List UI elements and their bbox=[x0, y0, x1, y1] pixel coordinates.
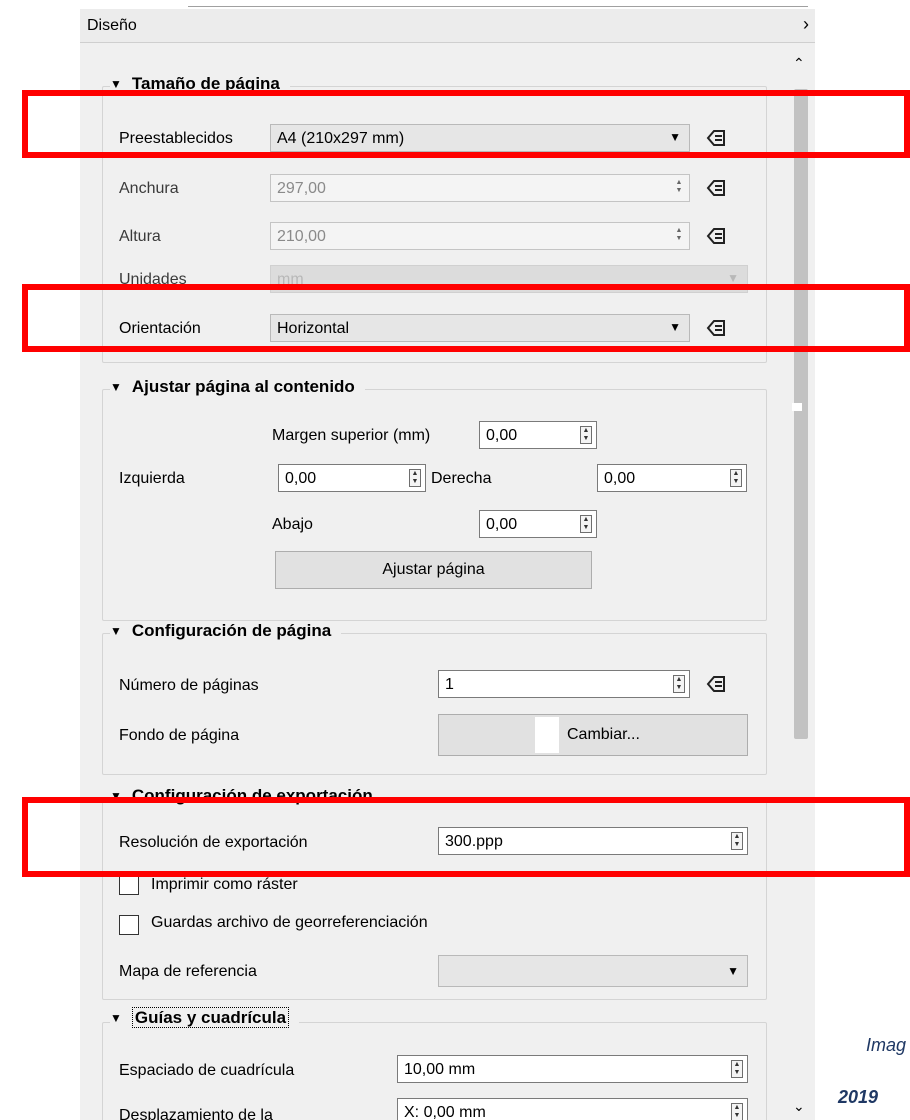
left-margin-label: Izquierda bbox=[119, 470, 185, 487]
bottom-margin-value: 0,00 bbox=[486, 516, 518, 533]
scroll-position-marker bbox=[792, 403, 802, 411]
spin-arrows-icon[interactable]: ▲ ▼ bbox=[580, 515, 592, 533]
grid-spacing-value: 10,00 mm bbox=[404, 1061, 476, 1078]
page-config-header[interactable]: ▼ Configuración de página bbox=[110, 621, 342, 641]
bottom-margin-label: Abajo bbox=[272, 516, 313, 533]
save-georef-label: Guardas archivo de georreferenciación bbox=[151, 914, 428, 931]
spin-arrows-icon[interactable]: ▲ ▼ bbox=[409, 469, 421, 487]
num-pages-value: 1 bbox=[445, 676, 454, 693]
print-raster-checkbox[interactable] bbox=[119, 875, 139, 895]
reference-map-select[interactable]: ▼ bbox=[438, 955, 748, 987]
height-label: Altura bbox=[119, 228, 161, 245]
grid-offset-value: X: 0,00 mm bbox=[404, 1104, 486, 1120]
chevron-down-icon: ▼ bbox=[727, 964, 739, 978]
grid-offset-label: Desplazamiento de la bbox=[119, 1107, 273, 1120]
width-spinbox[interactable]: 297,00 ▲ ▼ bbox=[270, 174, 690, 202]
spin-arrows-icon[interactable]: ▲ ▼ bbox=[673, 179, 685, 197]
right-margin-spinbox[interactable]: 0,00 ▲ ▼ bbox=[597, 464, 747, 492]
fit-page-title: Ajustar página al contenido bbox=[131, 377, 355, 396]
grid-spacing-label: Espaciado de cuadrícula bbox=[119, 1062, 295, 1079]
scroll-down-icon[interactable]: ⌄ bbox=[793, 1098, 805, 1115]
save-georef-checkbox[interactable] bbox=[119, 915, 139, 935]
vertical-scrollbar[interactable]: ⌃ ⌄ bbox=[788, 43, 815, 1120]
panel-titlebar: Diseño › bbox=[80, 9, 815, 43]
fit-page-button[interactable]: Ajustar página bbox=[275, 551, 592, 589]
reference-map-label: Mapa de referencia bbox=[119, 963, 257, 980]
panel-title: Diseño bbox=[87, 17, 137, 34]
num-pages-label: Número de páginas bbox=[119, 677, 259, 694]
width-value: 297,00 bbox=[277, 180, 326, 197]
collapse-triangle-icon: ▼ bbox=[110, 77, 122, 91]
guides-header[interactable]: ▼ Guías y cuadrícula bbox=[110, 1007, 300, 1028]
highlight-box-export bbox=[22, 797, 910, 877]
highlight-box-preset bbox=[22, 90, 910, 158]
bottom-margin-spinbox[interactable]: 0,00 ▲ ▼ bbox=[479, 510, 597, 538]
guides-title: Guías y cuadrícula bbox=[131, 1007, 290, 1028]
close-icon[interactable]: › bbox=[803, 14, 809, 35]
top-margin-value: 0,00 bbox=[486, 427, 518, 444]
spin-arrows-icon[interactable]: ▲ ▼ bbox=[580, 426, 592, 444]
height-value: 210,00 bbox=[277, 228, 326, 245]
color-swatch bbox=[535, 717, 559, 753]
caption-text: Imag bbox=[866, 1035, 907, 1055]
grid-offset-spinbox[interactable]: X: 0,00 mm ▲ ▼ bbox=[397, 1098, 748, 1120]
spin-arrows-icon[interactable]: ▲ ▼ bbox=[731, 1103, 743, 1120]
collapse-triangle-icon: ▼ bbox=[110, 380, 122, 394]
chevron-down-icon: ▼ bbox=[727, 271, 739, 285]
panel-scroll-content: ▼ Tamaño de página Preestablecidos A4 (21… bbox=[80, 43, 788, 1120]
collapse-triangle-icon: ▼ bbox=[110, 624, 122, 638]
spin-arrows-icon[interactable]: ▲ ▼ bbox=[673, 227, 685, 245]
collapse-triangle-icon: ▼ bbox=[110, 1011, 122, 1025]
data-defined-override-icon[interactable] bbox=[705, 226, 727, 246]
right-margin-label: Derecha bbox=[431, 470, 492, 487]
grid-spacing-spinbox[interactable]: 10,00 mm ▲ ▼ bbox=[397, 1055, 748, 1083]
highlight-box-orientation bbox=[22, 284, 910, 352]
num-pages-spinbox[interactable]: 1 ▲ ▼ bbox=[438, 670, 690, 698]
page-background-label: Fondo de página bbox=[119, 727, 240, 744]
scrollbar-thumb[interactable] bbox=[794, 89, 808, 739]
layout-panel: Diseño › ▼ Tamaño de página Preestablecid… bbox=[80, 9, 815, 1120]
right-margin-value: 0,00 bbox=[604, 470, 636, 487]
data-defined-override-icon[interactable] bbox=[705, 178, 727, 198]
top-margin-label: Margen superior (mm) bbox=[272, 427, 431, 444]
change-background-button[interactable]: Cambiar... bbox=[438, 714, 748, 756]
height-spinbox[interactable]: 210,00 ▲ ▼ bbox=[270, 222, 690, 250]
spin-arrows-icon[interactable]: ▲ ▼ bbox=[731, 1060, 743, 1078]
print-raster-label: Imprimir como ráster bbox=[151, 876, 298, 893]
data-defined-override-icon[interactable] bbox=[705, 674, 727, 694]
top-margin-spinbox[interactable]: 0,00 ▲ ▼ bbox=[479, 421, 597, 449]
spin-arrows-icon[interactable]: ▲ ▼ bbox=[673, 675, 685, 693]
spin-arrows-icon[interactable]: ▲ ▼ bbox=[730, 469, 742, 487]
left-margin-spinbox[interactable]: 0,00 ▲ ▼ bbox=[278, 464, 426, 492]
width-label: Anchura bbox=[119, 180, 179, 197]
left-margin-value: 0,00 bbox=[285, 470, 317, 487]
top-divider bbox=[188, 6, 808, 7]
page-config-title: Configuración de página bbox=[131, 621, 332, 640]
fit-page-header[interactable]: ▼ Ajustar página al contenido bbox=[110, 377, 365, 397]
change-button-label: Cambiar... bbox=[567, 726, 640, 743]
scroll-up-icon[interactable]: ⌃ bbox=[793, 55, 805, 72]
caption-year: 2019 bbox=[838, 1087, 879, 1107]
